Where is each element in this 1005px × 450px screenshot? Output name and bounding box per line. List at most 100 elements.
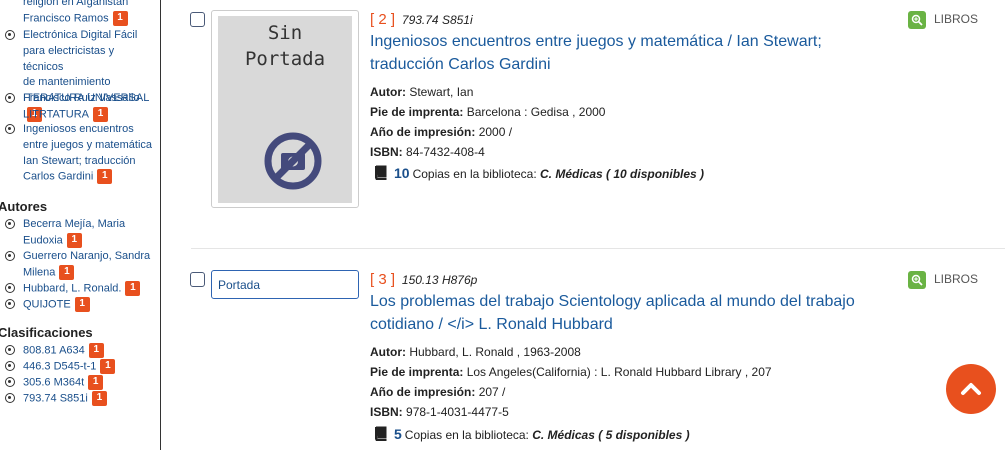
record-header: [ 2 ] 793.74 S851i [370, 11, 473, 28]
authors-heading: Autores [0, 199, 48, 214]
facet-title-item[interactable]: ITERATURA UNIVERSAL LITRTATURA 1 [5, 91, 155, 123]
record-number: [ 3 ] [370, 271, 396, 288]
count-badge: 1 [97, 169, 113, 185]
radio-icon[interactable] [5, 361, 15, 371]
facet-link[interactable]: ITERATURA UNIVERSAL [23, 92, 149, 104]
radio-icon[interactable] [5, 283, 15, 293]
radio-icon[interactable] [5, 393, 15, 403]
facet-class-item[interactable]: 446.3 D545-t-1 1 [5, 359, 155, 375]
facet-link[interactable]: 793.74 S851i [23, 392, 88, 404]
copies-info: 10 Copias en la biblioteca: C. Médicas ( … [373, 165, 704, 181]
year-field: Año de impresión: 207 / [370, 385, 505, 399]
facet-class-item[interactable]: 808.81 A634 1 [5, 343, 155, 359]
material-type: LIBROS [908, 11, 978, 29]
record-number: [ 2 ] [370, 11, 396, 28]
radio-icon[interactable] [5, 124, 15, 134]
copies-label: Copias en la biblioteca: [412, 167, 537, 181]
facet-link[interactable]: de mantenimiento [23, 76, 110, 88]
cover-placeholder: Sin Portada [211, 10, 359, 208]
radio-icon[interactable] [5, 299, 15, 309]
zoom-in-icon[interactable] [908, 271, 926, 289]
material-type: LIBROS [908, 271, 978, 289]
field-value: Hubbard, L. Ronald , 1963-2008 [409, 345, 581, 359]
radio-icon[interactable] [5, 219, 15, 229]
imprint-field: Pie de imprenta: Los Angeles(California)… [370, 365, 772, 379]
radio-icon[interactable] [5, 345, 15, 355]
facet-link[interactable]: Hubbard, L. Ronald. [23, 282, 121, 294]
type-label: LIBROS [934, 272, 979, 287]
facet-link[interactable]: Ingeniosos encuentros [23, 123, 134, 135]
facet-author-item[interactable]: Becerra Mejía, Maria Eudoxia 1 [5, 217, 155, 249]
facet-link[interactable]: Francisco Ramos [23, 12, 109, 24]
facet-link[interactable]: QUIJOTE [23, 298, 71, 310]
count-badge: 1 [91, 391, 107, 406]
facet-link[interactable]: Carlos Gardini [23, 171, 93, 183]
result-divider [191, 248, 1005, 249]
facet-link[interactable]: Milena [23, 266, 55, 278]
count-badge: 1 [112, 10, 128, 26]
copies-info: 5 Copias en la biblioteca: C. Médicas ( 5… [373, 426, 690, 442]
isbn-field: ISBN: 84-7432-408-4 [370, 145, 485, 159]
facet-link[interactable]: Guerrero Naranjo, Sandra [23, 250, 150, 262]
field-value: Los Angeles(California) : L. Ronald Hubb… [466, 365, 772, 379]
field-value: Barcelona : Gedisa , 2000 [466, 105, 606, 119]
facet-link[interactable]: 808.81 A634 [23, 344, 85, 356]
book-icon [375, 165, 387, 180]
field-value: 207 / [478, 385, 506, 399]
zoom-in-icon[interactable] [908, 11, 926, 29]
field-value: 978-1-4031-4477-5 [406, 405, 509, 419]
count-badge: 1 [59, 264, 75, 280]
select-checkbox[interactable] [190, 272, 205, 287]
field-value: Stewart, Ian [409, 85, 474, 99]
record-header: [ 3 ] 150.13 H876p [370, 271, 477, 288]
facet-link[interactable]: Ian Stewart; traducción [23, 155, 136, 167]
facet-link[interactable]: religión en Afganistán [23, 0, 128, 8]
facet-link[interactable]: entre juegos y matemática [23, 139, 152, 151]
field-label: Año de impresión: [370, 125, 476, 139]
select-checkbox[interactable] [190, 12, 205, 27]
facet-link[interactable]: LITRTATURA [23, 108, 89, 120]
field-label: Autor: [370, 345, 406, 359]
count-badge: 1 [66, 232, 82, 248]
facet-link[interactable]: Becerra Mejía, Maria [23, 218, 125, 230]
facet-link[interactable]: para electricistas y técnicos [23, 45, 114, 73]
field-value: 84-7432-408-4 [406, 145, 485, 159]
count-badge: 1 [93, 106, 109, 122]
facet-title-item[interactable]: religión en Afganistán Francisco Ramos 1 [5, 0, 155, 27]
copies-count[interactable]: 5 [394, 426, 402, 442]
facet-link[interactable]: Electrónica Digital Fácil [23, 29, 137, 41]
copies-detail: C. Médicas ( 5 disponibles ) [532, 428, 690, 442]
field-label: ISBN: [370, 405, 403, 419]
chevron-up-icon [961, 383, 981, 395]
facet-class-item[interactable]: 793.74 S851i 1 [5, 391, 155, 407]
record-title-link[interactable]: Los problemas del trabajo Scientology ap… [370, 290, 900, 336]
record-title-link[interactable]: Ingeniosos encuentros entre juegos y mat… [370, 30, 900, 76]
radio-icon[interactable] [5, 30, 15, 40]
author-field: Autor: Stewart, Ian [370, 85, 473, 99]
radio-icon[interactable] [5, 251, 15, 261]
book-icon [375, 426, 387, 441]
field-label: Autor: [370, 85, 406, 99]
count-badge: 1 [88, 375, 104, 390]
facet-author-item[interactable]: Guerrero Naranjo, Sandra Milena 1 [5, 249, 155, 281]
facet-title-item[interactable]: Ingeniosos encuentros entre juegos y mat… [5, 122, 155, 186]
facet-class-item[interactable]: 305.6 M364t 1 [5, 375, 155, 391]
imprint-field: Pie de imprenta: Barcelona : Gedisa , 20… [370, 105, 605, 119]
count-badge: 1 [100, 359, 116, 374]
facet-link[interactable]: 305.6 M364t [23, 376, 84, 388]
facet-author-item[interactable]: QUIJOTE 1 [5, 297, 155, 313]
copies-count[interactable]: 10 [394, 165, 410, 181]
classifications-heading: Clasificaciones [0, 325, 93, 340]
facet-link[interactable]: 446.3 D545-t-1 [23, 360, 96, 372]
facet-author-item[interactable]: Hubbard, L. Ronald. 1 [5, 281, 155, 297]
field-value: 2000 / [478, 125, 513, 139]
radio-icon[interactable] [5, 377, 15, 387]
copies-detail: C. Médicas ( 10 disponibles ) [540, 167, 705, 181]
type-label: LIBROS [934, 12, 979, 27]
scroll-to-top-button[interactable] [946, 364, 996, 414]
cover-alt-text: Portada [211, 270, 359, 299]
facets-sidebar: religión en Afganistán Francisco Ramos 1 … [0, 0, 161, 450]
facet-link[interactable]: Eudoxia [23, 234, 63, 246]
radio-icon[interactable] [5, 93, 15, 103]
copies-label: Copias en la biblioteca: [404, 428, 529, 442]
